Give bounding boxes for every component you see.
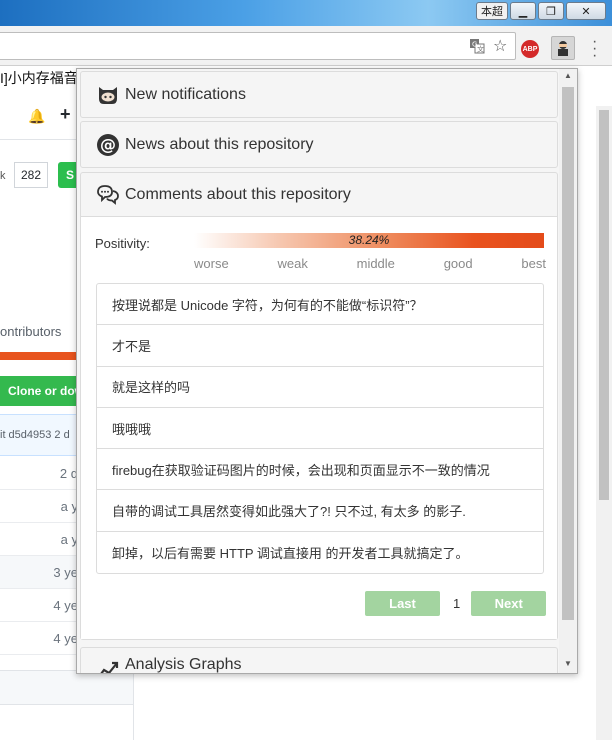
panel-graphs-header[interactable]: Analysis Graphs xyxy=(81,648,557,673)
panel-comments: Comments about this repository Positivit… xyxy=(80,172,558,640)
panel-news-title: News about this repository xyxy=(125,135,314,153)
fork-count[interactable]: 282 xyxy=(14,162,48,188)
panel-comments-title: Comments about this repository xyxy=(125,185,351,203)
octocat-icon xyxy=(95,82,121,108)
comment-item[interactable]: 就是这样的吗 xyxy=(97,367,543,408)
panel-notifications-title: New notifications xyxy=(125,85,246,103)
popup-content: New notifications @ News about this repo… xyxy=(77,69,559,673)
page-scrollbar-thumb[interactable] xyxy=(599,110,609,500)
profile-button[interactable]: 本超 xyxy=(476,2,508,20)
popup-scrollbar[interactable]: ▲ ▼ xyxy=(559,69,577,673)
page-tab-title: I]小内存福音 xyxy=(0,70,78,86)
file-row-age: 3 ye xyxy=(0,556,80,589)
next-page-button[interactable]: Next xyxy=(471,591,547,616)
file-row-age: a y xyxy=(0,523,80,556)
comments-body: Positivity: 38.24% worse weak middle goo… xyxy=(81,217,557,639)
scale-label-middle: middle xyxy=(356,256,395,271)
chart-icon xyxy=(95,656,121,673)
page-scrollbar[interactable] xyxy=(596,106,612,740)
scroll-up-arrow-icon[interactable]: ▲ xyxy=(559,69,577,83)
readme-header xyxy=(0,670,134,740)
scale-label-weak: weak xyxy=(277,256,308,271)
file-row-age: 4 ye xyxy=(0,589,80,622)
comment-list: 按理说都是 Unicode 字符，为何有的不能做“标识符”？ 才不是 就是这样的… xyxy=(96,283,544,575)
speech-bubbles-icon xyxy=(95,182,121,208)
last-page-button[interactable]: Last xyxy=(365,591,440,616)
panel-news[interactable]: @ News about this repository xyxy=(80,121,558,168)
panel-notifications-header[interactable]: New notifications xyxy=(81,72,557,117)
contributors-link[interactable]: ontributors xyxy=(0,324,61,339)
latest-commit[interactable]: it d5d4953 2 d xyxy=(0,414,80,456)
minimize-button[interactable]: ▁ xyxy=(510,2,536,20)
scale-label-good: good xyxy=(443,256,473,271)
close-button[interactable]: ✕ xyxy=(566,2,606,20)
scroll-down-arrow-icon[interactable]: ▼ xyxy=(559,657,577,671)
panel-graphs-title: Analysis Graphs xyxy=(125,656,242,673)
svg-text:@: @ xyxy=(100,135,116,154)
at-sign-icon: @ xyxy=(95,132,121,158)
positivity-value: 38.24% xyxy=(348,233,390,247)
positivity-bar: 38.24% xyxy=(194,233,544,248)
panel-graphs[interactable]: Analysis Graphs xyxy=(80,647,558,673)
scale-label-worse: worse xyxy=(194,256,229,271)
scale-label-best: best xyxy=(521,256,546,271)
bookmark-star-icon[interactable]: ☆ xyxy=(493,36,507,56)
comment-item[interactable]: 按理说都是 Unicode 字符，为何有的不能做“标识符”？ xyxy=(97,284,543,326)
panel-notifications[interactable]: New notifications xyxy=(80,71,558,118)
extension-popup: New notifications @ News about this repo… xyxy=(76,68,578,674)
comment-pager: Last 1 Next xyxy=(365,591,547,616)
adblock-plus-icon[interactable]: ABP xyxy=(521,40,539,58)
panel-news-header[interactable]: @ News about this repository xyxy=(81,122,557,167)
address-bar[interactable]: G文 ☆ xyxy=(0,32,516,60)
positivity-label: Positivity: xyxy=(95,236,150,251)
maximize-button[interactable]: ❐ xyxy=(538,2,564,20)
browser-toolbar: G文 ☆ xyxy=(0,26,612,66)
bell-icon[interactable]: 🔔 xyxy=(28,108,45,125)
popup-scrollbar-thumb[interactable] xyxy=(562,87,574,620)
comment-item[interactable]: 哦哦哦 xyxy=(97,408,543,450)
language-bar xyxy=(0,352,80,360)
file-row-age: 2 d xyxy=(0,457,80,490)
comment-item[interactable]: firebug在获取验证码图片的时候，会出现和页面显示不一致的情况 xyxy=(97,449,543,491)
comment-item[interactable]: 才不是 xyxy=(97,325,543,367)
window-titlebar: 本超 ▁ ❐ ✕ xyxy=(0,0,612,26)
file-row-age: a y xyxy=(0,490,80,523)
positivity-scale: worse weak middle good best xyxy=(194,256,546,271)
comment-item[interactable]: 自带的调试工具居然变得如此强大了?! 只不过, 有太多 的影子. xyxy=(97,490,543,532)
translate-icon[interactable]: G文 xyxy=(469,38,485,57)
browser-menu-icon[interactable]: · · · xyxy=(592,34,597,64)
panel-comments-header[interactable]: Comments about this repository xyxy=(81,173,557,217)
plus-icon[interactable]: + xyxy=(60,104,71,125)
comment-item[interactable]: 卸掉，以后有需要 HTTP 调试直接用 的开发者工具就搞定了。 xyxy=(97,532,543,573)
clone-button[interactable]: Clone or dow xyxy=(0,376,80,406)
divider xyxy=(133,670,134,740)
file-row-age: 4 ye xyxy=(0,622,80,655)
window-controls: 本超 ▁ ❐ ✕ xyxy=(476,2,606,20)
fork-count-suffix: k xyxy=(0,170,6,182)
svg-text:文: 文 xyxy=(477,45,484,54)
current-page-number: 1 xyxy=(453,596,461,611)
octohint-extension-icon[interactable] xyxy=(551,36,575,60)
